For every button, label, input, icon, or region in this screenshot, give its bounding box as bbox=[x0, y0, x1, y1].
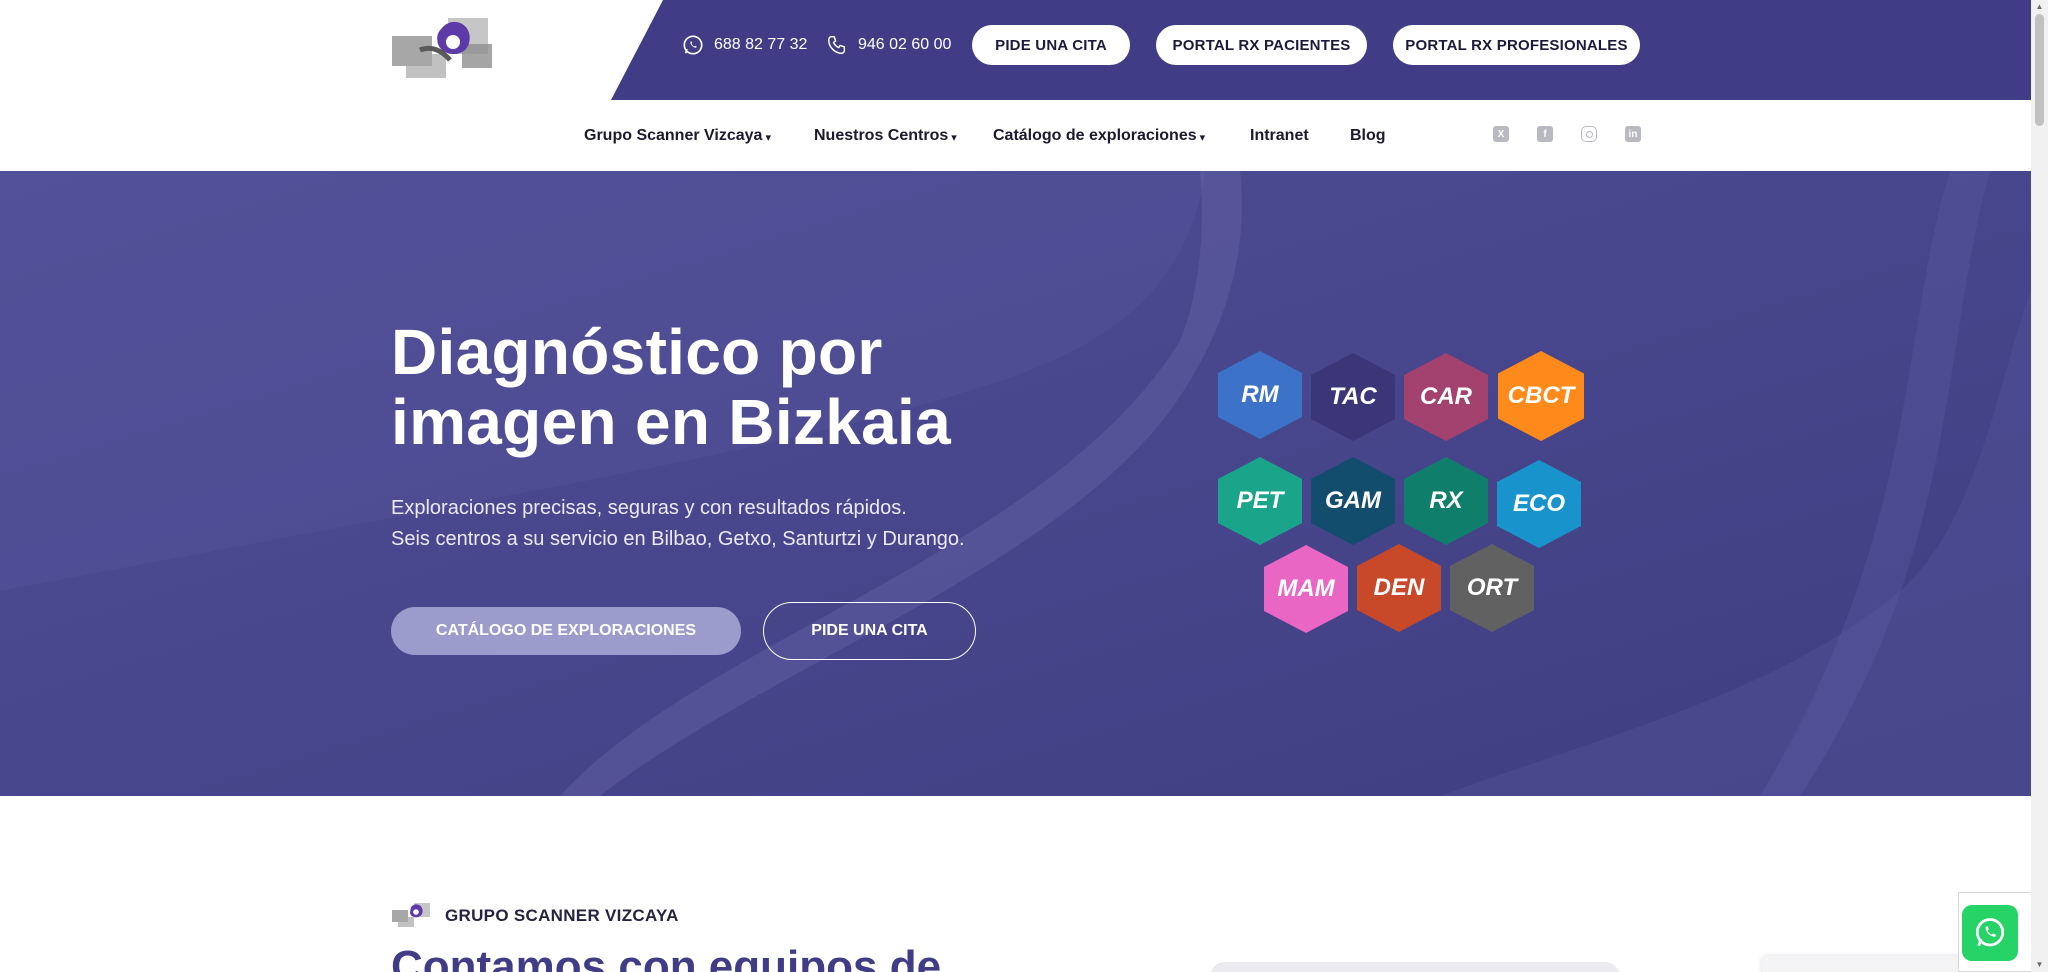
nav-item-grupo-scanner-vizcaya[interactable]: Grupo Scanner Vizcaya ▾ bbox=[584, 127, 771, 145]
modality-label: ECO bbox=[1512, 490, 1565, 517]
section-image-card bbox=[1210, 962, 1620, 972]
whatsapp-icon bbox=[1975, 918, 2005, 947]
instagram-icon[interactable] bbox=[1581, 126, 1597, 142]
modality-label: CAR bbox=[1420, 383, 1472, 410]
chevron-down-icon: ▾ bbox=[765, 131, 771, 144]
whatsapp-number: 688 82 77 32 bbox=[714, 36, 808, 53]
whatsapp-contact[interactable]: 688 82 77 32 bbox=[682, 34, 807, 56]
nav-item-nuestros-centros[interactable]: Nuestros Centros ▾ bbox=[814, 127, 957, 145]
nav-item-label: Nuestros Centros bbox=[814, 127, 949, 144]
section-label: GRUPO SCANNER VIZCAYA bbox=[445, 906, 679, 925]
hero-section: Diagnóstico por imagen en Bizkaia Explor… bbox=[0, 171, 2031, 796]
modality-label: MAM bbox=[1277, 575, 1335, 602]
nav-item-label: Blog bbox=[1350, 127, 1386, 144]
phone-number: 946 02 60 00 bbox=[858, 36, 952, 53]
modality-label: RX bbox=[1429, 487, 1463, 514]
hero-background-swirl bbox=[0, 171, 2031, 796]
scroll-up-arrow-icon[interactable]: ▲ bbox=[2035, 2, 2044, 11]
page-scrollbar[interactable]: ▲ ▼ bbox=[2031, 0, 2048, 972]
main-nav: Grupo Scanner Vizcaya ▾ Nuestros Centros… bbox=[0, 100, 2031, 171]
nav-item-catalogo-de-exploraciones[interactable]: Catálogo de exploraciones ▾ bbox=[993, 127, 1205, 145]
portal-rx-pacientes-button[interactable]: PORTAL RX PACIENTES bbox=[1156, 25, 1367, 65]
hero-title-line: imagen en Bizkaia bbox=[391, 386, 951, 458]
phone-contact[interactable]: 946 02 60 00 bbox=[826, 34, 951, 56]
top-bar: 688 82 77 32 946 02 60 00 PIDE UNA CITA … bbox=[0, 0, 2031, 100]
hero-subtitle-line: Seis centros a su servicio en Bilbao, Ge… bbox=[391, 528, 965, 550]
modality-label: DEN bbox=[1373, 574, 1425, 601]
phone-icon bbox=[828, 36, 846, 54]
linkedin-icon[interactable]: in bbox=[1625, 126, 1641, 142]
section-heading: Contamos con equipos de bbox=[391, 942, 942, 972]
scroll-down-arrow-icon[interactable]: ▼ bbox=[2035, 960, 2044, 969]
modality-label: TAC bbox=[1329, 383, 1377, 410]
whatsapp-icon bbox=[683, 35, 703, 55]
nav-item-label: Intranet bbox=[1250, 127, 1309, 144]
chevron-down-icon: ▾ bbox=[1199, 131, 1206, 144]
modality-label: PET bbox=[1236, 487, 1284, 514]
hero-title-line: Diagnóstico por bbox=[391, 316, 883, 388]
whatsapp-float-button[interactable] bbox=[1962, 905, 2018, 961]
section-logo-icon bbox=[392, 903, 430, 927]
scrollbar-thumb[interactable] bbox=[2035, 14, 2044, 126]
nav-item-label: Grupo Scanner Vizcaya bbox=[584, 127, 763, 144]
hero-subtitle: Exploraciones precisas, seguras y con re… bbox=[391, 493, 965, 555]
nav-item-label: Catálogo de exploraciones bbox=[993, 127, 1197, 144]
modality-label: GAM bbox=[1325, 487, 1381, 514]
modality-label: RM bbox=[1241, 381, 1279, 408]
hero-title: Diagnóstico por imagen en Bizkaia bbox=[391, 317, 1071, 457]
x-icon[interactable]: X bbox=[1493, 126, 1509, 142]
chevron-down-icon: ▾ bbox=[951, 131, 957, 144]
nav-item-blog[interactable]: Blog bbox=[1350, 127, 1386, 145]
catalogo-exploraciones-button[interactable]: CATÁLOGO DE EXPLORACIONES bbox=[391, 607, 741, 655]
modality-label: ORT bbox=[1466, 574, 1518, 601]
modality-label: CBCT bbox=[1507, 382, 1575, 409]
portal-rx-profesionales-button[interactable]: PORTAL RX PROFESIONALES bbox=[1393, 25, 1640, 65]
hero-subtitle-line: Exploraciones precisas, seguras y con re… bbox=[391, 497, 907, 519]
pide-cita-hero-button[interactable]: PIDE UNA CITA bbox=[763, 602, 976, 660]
nav-item-intranet[interactable]: Intranet bbox=[1250, 127, 1309, 145]
facebook-icon[interactable]: f bbox=[1537, 126, 1553, 142]
pide-cita-header-button[interactable]: PIDE UNA CITA bbox=[972, 25, 1130, 65]
site-logo[interactable] bbox=[392, 16, 498, 82]
